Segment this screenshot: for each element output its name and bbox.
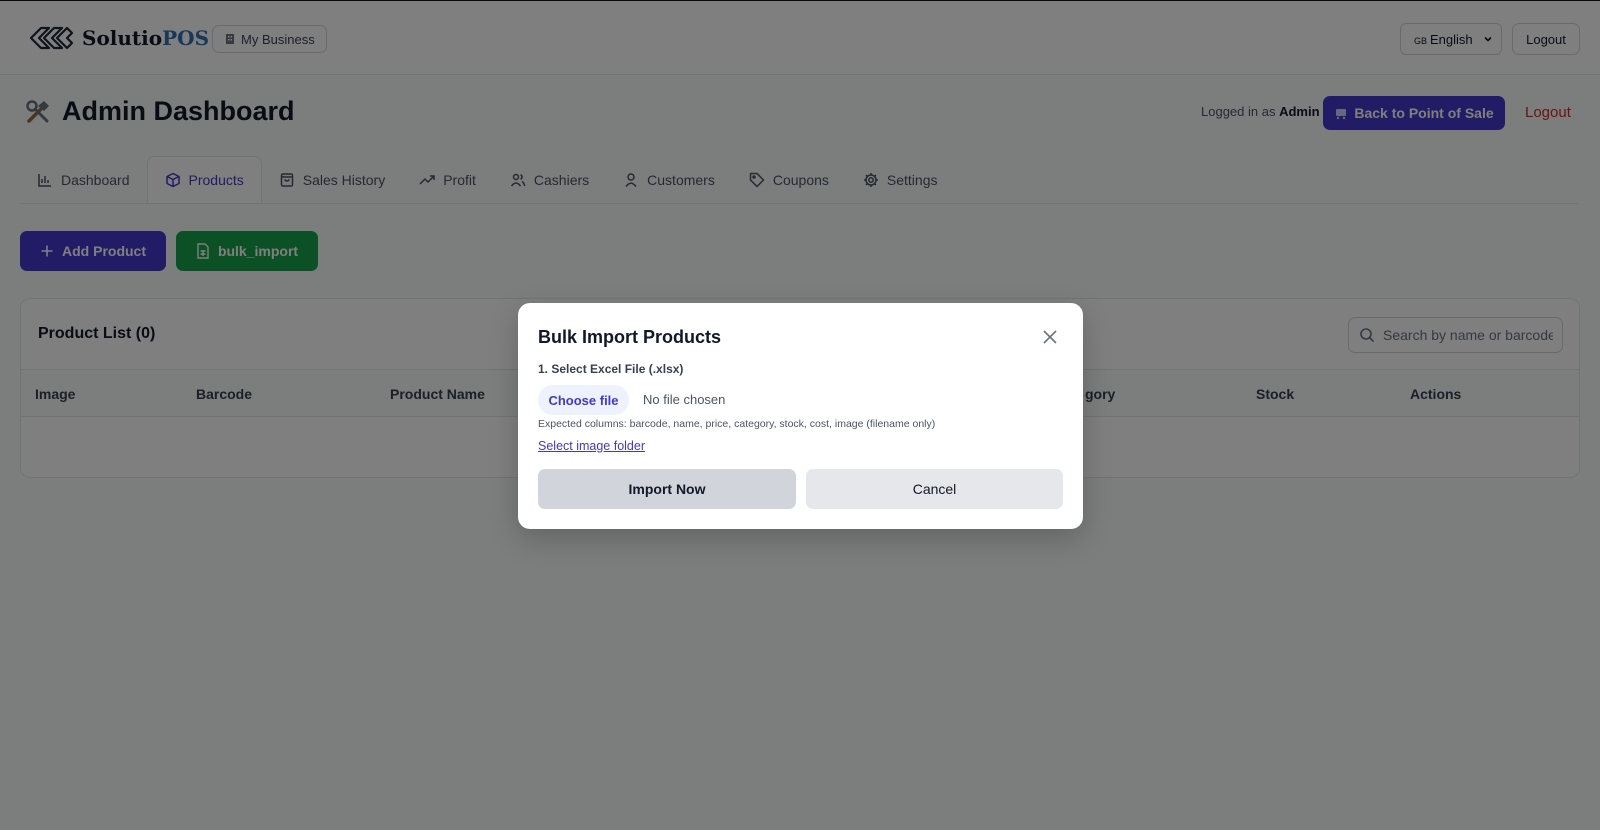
import-now-button[interactable]: Import Now [538,469,796,509]
file-status: No file chosen [643,392,726,407]
choose-file-button[interactable]: Choose file [538,385,629,415]
expected-columns-hint: Expected columns: barcode, name, price, … [538,418,936,430]
modal-title: Bulk Import Products [538,327,722,347]
close-icon[interactable] [1042,329,1058,345]
file-step-label: 1. Select Excel File (.xlsx) [538,362,684,376]
cancel-button[interactable]: Cancel [806,469,1063,509]
select-image-folder-link[interactable]: Select image folder [538,439,645,453]
bulk-import-modal: Bulk Import Products 1. Select Excel Fil… [518,303,1083,529]
